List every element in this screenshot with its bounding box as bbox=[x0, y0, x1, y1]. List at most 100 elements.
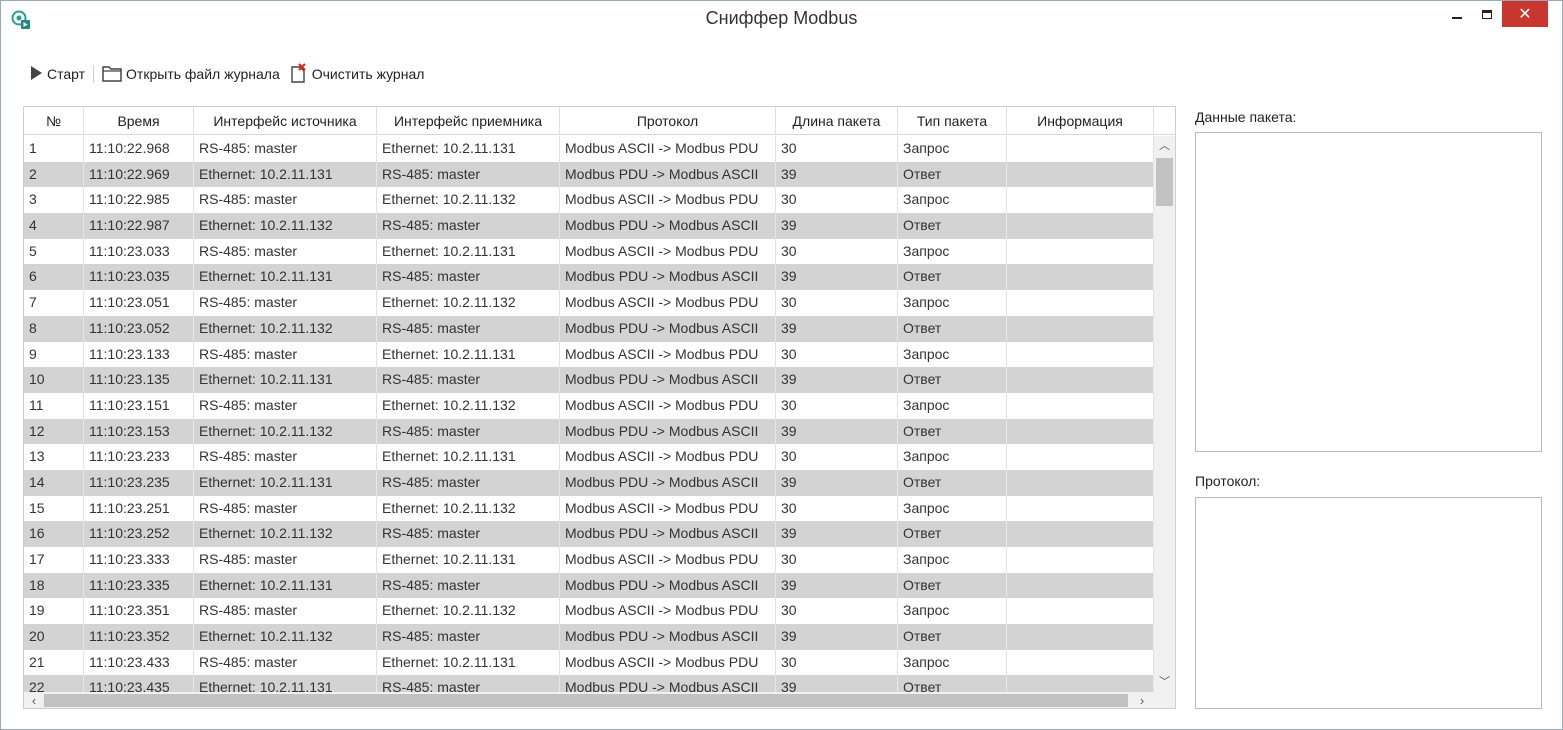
column-header-source[interactable]: Интерфейс источника bbox=[194, 107, 377, 135]
scroll-right-icon[interactable]: › bbox=[1132, 692, 1152, 708]
table-row[interactable]: 2 11:10:22.969 Ethernet: 10.2.11.131 RS-485… bbox=[24, 161, 1154, 188]
scroll-up-icon[interactable]: ︿ bbox=[1154, 136, 1175, 156]
column-header-type[interactable]: Тип пакета bbox=[898, 107, 1007, 135]
open-log-button[interactable]: Открыть файл журнала bbox=[100, 62, 282, 86]
toolbar: Старт Открыть файл журнала Очистить журн… bbox=[27, 61, 426, 87]
cell-time: 11:10:23.435 bbox=[84, 675, 194, 692]
cell-destination: Ethernet: 10.2.11.131 bbox=[377, 238, 560, 265]
vertical-scrollbar[interactable]: ︿ ﹀ bbox=[1154, 136, 1175, 692]
cell-info bbox=[1007, 341, 1154, 368]
cell-protocol: Modbus PDU -> Modbus ASCII bbox=[560, 213, 776, 239]
cell-info bbox=[1007, 444, 1154, 470]
cell-type: Запрос bbox=[898, 649, 1007, 676]
cell-protocol: Modbus ASCII -> Modbus PDU bbox=[560, 547, 776, 573]
cell-destination: RS-485: master bbox=[377, 418, 560, 445]
table-row[interactable]: 8 11:10:23.052 Ethernet: 10.2.11.132 RS-485… bbox=[24, 315, 1154, 342]
table-row[interactable]: 13 11:10:23.233 RS-485: master Ethernet: 10… bbox=[24, 444, 1154, 470]
cell-protocol: Modbus PDU -> Modbus ASCII bbox=[560, 521, 776, 547]
cell-time: 11:10:22.969 bbox=[84, 161, 194, 188]
table-body: 1 11:10:22.968 RS-485: master Ethernet: 10.… bbox=[24, 136, 1154, 692]
cell-protocol: Modbus ASCII -> Modbus PDU bbox=[560, 187, 776, 214]
window-title: Сниффер Modbus bbox=[705, 8, 858, 28]
table-row[interactable]: 7 11:10:23.051 RS-485: master Ethernet: 10.… bbox=[24, 290, 1154, 316]
horizontal-scrollbar[interactable]: ‹ › bbox=[24, 692, 1175, 708]
cell-destination: RS-485: master bbox=[377, 469, 560, 496]
table-row[interactable]: 4 11:10:22.987 Ethernet: 10.2.11.132 RS-485… bbox=[24, 213, 1154, 239]
cell-source: Ethernet: 10.2.11.131 bbox=[194, 675, 377, 692]
cell-source: RS-485: master bbox=[194, 341, 377, 368]
scroll-left-icon[interactable]: ‹ bbox=[24, 692, 44, 708]
cell-info bbox=[1007, 315, 1154, 342]
cell-info bbox=[1007, 264, 1154, 291]
table-row[interactable]: 14 11:10:23.235 Ethernet: 10.2.11.131 RS-48… bbox=[24, 469, 1154, 496]
cell-source: RS-485: master bbox=[194, 547, 377, 573]
cell-source: Ethernet: 10.2.11.132 bbox=[194, 521, 377, 547]
clear-log-button[interactable]: Очистить журнал bbox=[288, 62, 427, 86]
cell-time: 11:10:23.251 bbox=[84, 495, 194, 522]
table-row[interactable]: 12 11:10:23.153 Ethernet: 10.2.11.132 RS-48… bbox=[24, 418, 1154, 445]
cell-length: 39 bbox=[776, 521, 898, 547]
table-row[interactable]: 11 11:10:23.151 RS-485: master Ethernet: 10… bbox=[24, 392, 1154, 419]
cell-type: Запрос bbox=[898, 598, 1007, 625]
table-row[interactable]: 5 11:10:23.033 RS-485: master Ethernet: 10.… bbox=[24, 238, 1154, 265]
cell-time: 11:10:23.135 bbox=[84, 367, 194, 393]
scroll-down-icon[interactable]: ﹀ bbox=[1154, 672, 1175, 692]
table-row[interactable]: 20 11:10:23.352 Ethernet: 10.2.11.132 RS-48… bbox=[24, 624, 1154, 650]
table-row[interactable]: 6 11:10:23.035 Ethernet: 10.2.11.131 RS-485… bbox=[24, 264, 1154, 291]
cell-info bbox=[1007, 572, 1154, 599]
packet-data-box[interactable] bbox=[1195, 132, 1542, 452]
column-header-length[interactable]: Длина пакета bbox=[776, 107, 898, 135]
cell-destination: Ethernet: 10.2.11.132 bbox=[377, 495, 560, 522]
cell-length: 30 bbox=[776, 547, 898, 573]
cell-type: Ответ bbox=[898, 521, 1007, 547]
table-row[interactable]: 9 11:10:23.133 RS-485: master Ethernet: 10.… bbox=[24, 341, 1154, 368]
cell-protocol: Modbus ASCII -> Modbus PDU bbox=[560, 392, 776, 419]
column-header-destination[interactable]: Интерфейс приемника bbox=[377, 107, 560, 135]
table-row[interactable]: 17 11:10:23.333 RS-485: master Ethernet: 10… bbox=[24, 547, 1154, 573]
column-header-time[interactable]: Время bbox=[84, 107, 194, 135]
table-row[interactable]: 1 11:10:22.968 RS-485: master Ethernet: 10.… bbox=[24, 136, 1154, 162]
cell-info bbox=[1007, 161, 1154, 188]
cell-type: Запрос bbox=[898, 290, 1007, 316]
cell-number: 5 bbox=[24, 238, 84, 265]
protocol-box[interactable] bbox=[1195, 497, 1542, 709]
cell-info bbox=[1007, 521, 1154, 547]
table-row[interactable]: 15 11:10:23.251 RS-485: master Ethernet: 10… bbox=[24, 495, 1154, 522]
cell-protocol: Modbus PDU -> Modbus ASCII bbox=[560, 624, 776, 650]
vertical-scroll-thumb[interactable] bbox=[1156, 158, 1173, 206]
horizontal-scroll-thumb[interactable] bbox=[44, 694, 1128, 707]
close-button[interactable]: ✕ bbox=[1502, 1, 1548, 27]
packet-table[interactable]: № Время Интерфейс источника Интерфейс пр… bbox=[23, 106, 1176, 709]
cell-length: 30 bbox=[776, 649, 898, 676]
cell-type: Ответ bbox=[898, 264, 1007, 291]
cell-length: 39 bbox=[776, 213, 898, 239]
table-row[interactable]: 18 11:10:23.335 Ethernet: 10.2.11.131 RS-48… bbox=[24, 572, 1154, 599]
start-button[interactable]: Старт bbox=[27, 62, 87, 86]
column-header-info[interactable]: Информация bbox=[1007, 107, 1154, 135]
cell-type: Запрос bbox=[898, 392, 1007, 419]
cell-info bbox=[1007, 469, 1154, 496]
table-row[interactable]: 10 11:10:23.135 Ethernet: 10.2.11.131 RS-48… bbox=[24, 367, 1154, 393]
table-row[interactable]: 3 11:10:22.985 RS-485: master Ethernet: 10.… bbox=[24, 187, 1154, 214]
cell-type: Ответ bbox=[898, 624, 1007, 650]
cell-number: 7 bbox=[24, 290, 84, 316]
main-window: Сниффер Modbus ✕ Старт Открыть файл журн… bbox=[0, 0, 1563, 730]
table-row[interactable]: 22 11:10:23.435 Ethernet: 10.2.11.131 RS-48… bbox=[24, 675, 1154, 692]
cell-time: 11:10:23.233 bbox=[84, 444, 194, 470]
table-row[interactable]: 21 11:10:23.433 RS-485: master Ethernet: 10… bbox=[24, 649, 1154, 676]
cell-type: Ответ bbox=[898, 572, 1007, 599]
cell-number: 13 bbox=[24, 444, 84, 470]
cell-info bbox=[1007, 675, 1154, 692]
cell-number: 21 bbox=[24, 649, 84, 676]
cell-info bbox=[1007, 367, 1154, 393]
minimize-button[interactable] bbox=[1442, 1, 1472, 27]
table-row[interactable]: 16 11:10:23.252 Ethernet: 10.2.11.132 RS-48… bbox=[24, 521, 1154, 547]
maximize-button[interactable] bbox=[1472, 1, 1502, 27]
column-header-number[interactable]: № bbox=[24, 107, 84, 135]
protocol-label: Протокол: bbox=[1195, 473, 1261, 489]
cell-number: 9 bbox=[24, 341, 84, 368]
cell-time: 11:10:22.985 bbox=[84, 187, 194, 214]
cell-destination: Ethernet: 10.2.11.131 bbox=[377, 444, 560, 470]
column-header-protocol[interactable]: Протокол bbox=[560, 107, 776, 135]
table-row[interactable]: 19 11:10:23.351 RS-485: master Ethernet: 10… bbox=[24, 598, 1154, 625]
